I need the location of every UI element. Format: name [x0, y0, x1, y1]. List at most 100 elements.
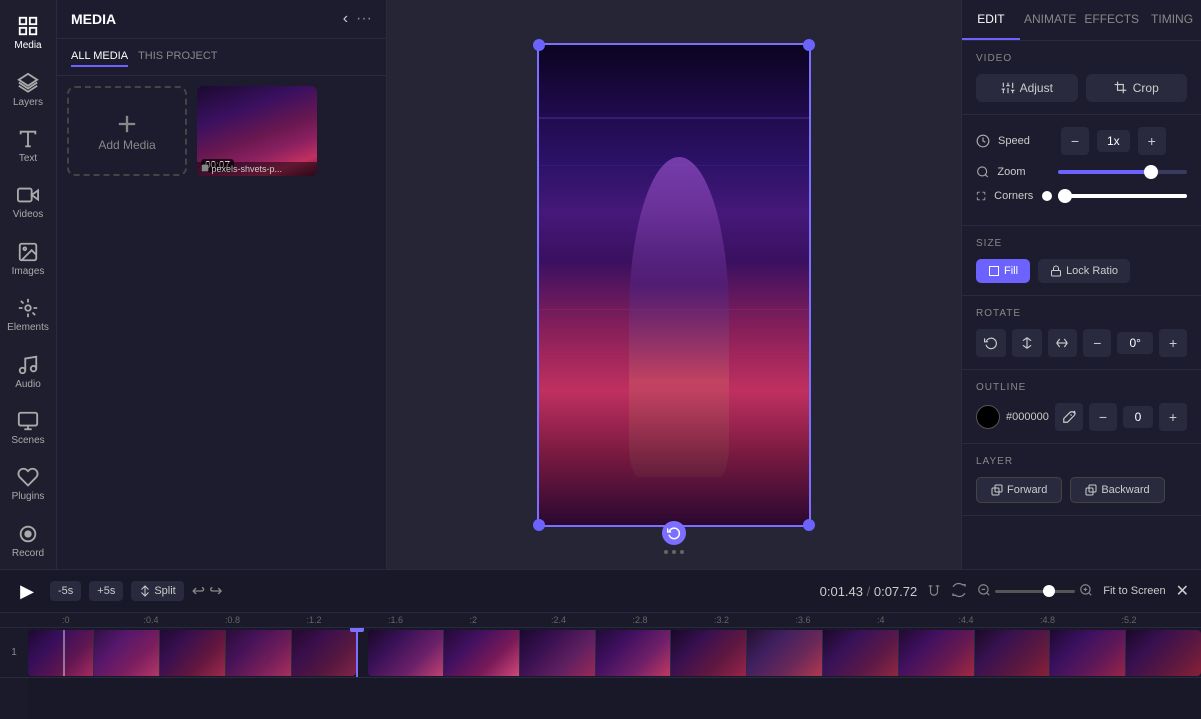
timeline-zoom-slider[interactable]: [995, 590, 1075, 593]
timeline-area: ▶ -5s +5s Split ↩ ↪ 0:01.43 / 0:07.72: [0, 569, 1201, 719]
undo-button[interactable]: ↩: [192, 581, 205, 601]
play-button[interactable]: ▶: [12, 576, 42, 606]
ruler-mark-11: :4.4: [957, 615, 1039, 625]
rotate-value-increase-button[interactable]: +: [1159, 329, 1187, 357]
skip-fwd-button[interactable]: +5s: [89, 581, 123, 601]
size-buttons: Fill Lock Ratio: [976, 259, 1187, 283]
timeline-zoom-control: [977, 583, 1093, 600]
ruler-mark-4: :1.6: [386, 615, 468, 625]
sidebar-item-videos[interactable]: Videos: [0, 174, 57, 230]
audio-icon: [17, 354, 39, 376]
layer-backward-button[interactable]: Backward: [1070, 477, 1164, 503]
media-content: Add Media 00:07 pexels-shvets-p...: [57, 76, 386, 186]
flip-v-button[interactable]: [1048, 329, 1078, 357]
ruler-mark-5: :2: [468, 615, 550, 625]
speed-increase-button[interactable]: +: [1138, 127, 1166, 155]
track-content: [28, 628, 1201, 719]
sidebar-item-plugins[interactable]: Plugins: [0, 456, 57, 512]
timeline-close-button[interactable]: ✕: [1176, 581, 1189, 601]
outline-row: #000000 − 0 +: [976, 403, 1187, 431]
media-panel-title: MEDIA: [71, 11, 116, 27]
sidebar-item-text[interactable]: Text: [0, 118, 57, 174]
flip-h-button[interactable]: [1012, 329, 1042, 357]
ruler-mark-0: :0: [60, 615, 142, 625]
adjust-button[interactable]: Adjust: [976, 74, 1078, 102]
ruler-mark-3: :1.2: [305, 615, 387, 625]
file-icon: [201, 164, 209, 172]
ruler-mark-10: :4: [875, 615, 957, 625]
media-panel-collapse-button[interactable]: ‹: [343, 10, 348, 28]
lock-ratio-button[interactable]: Lock Ratio: [1038, 259, 1130, 283]
add-icon: [113, 110, 141, 138]
fill-button[interactable]: Fill: [976, 259, 1030, 283]
flip-v-icon: [1055, 336, 1069, 350]
tab-animate[interactable]: ANIMATE: [1020, 0, 1080, 40]
split-button[interactable]: Split: [131, 581, 183, 601]
speed-decrease-button[interactable]: −: [1061, 127, 1089, 155]
crop-button[interactable]: Crop: [1086, 74, 1188, 102]
layer-section: LAYER Forward Backward: [962, 444, 1201, 516]
lock-icon: [1050, 265, 1062, 277]
sync-button[interactable]: [951, 582, 967, 601]
outline-increase-button[interactable]: +: [1159, 403, 1187, 431]
media-panel-menu-button[interactable]: ···: [356, 10, 372, 28]
fit-to-screen-button[interactable]: Fit to Screen: [1103, 585, 1165, 597]
redo-button[interactable]: ↪: [209, 581, 222, 601]
sidebar-item-elements[interactable]: Elements: [0, 287, 57, 343]
outline-decrease-button[interactable]: −: [1089, 403, 1117, 431]
rotate-section: ROTATE − 0° +: [962, 296, 1201, 370]
outline-section-label: OUTLINE: [976, 382, 1187, 393]
outline-color-swatch[interactable]: [976, 405, 1000, 429]
zoom-slider[interactable]: [1058, 170, 1187, 174]
ruler-mark-8: :3.2: [712, 615, 794, 625]
tab-edit[interactable]: EDIT: [962, 0, 1020, 40]
handle-bottom-left[interactable]: [533, 519, 545, 531]
handle-top-left[interactable]: [533, 39, 545, 51]
speed-value: 1x: [1097, 130, 1130, 152]
track-clip-1[interactable]: [28, 630, 356, 676]
size-section-label: SIZE: [976, 238, 1187, 249]
track-clip-2[interactable]: [368, 630, 1201, 676]
sidebar-item-record[interactable]: Record: [0, 513, 57, 569]
sync-icon: [951, 582, 967, 598]
handle-top-right[interactable]: [803, 39, 815, 51]
outline-eyedropper-button[interactable]: [1055, 403, 1083, 431]
sidebar-item-layers[interactable]: Layers: [0, 61, 57, 117]
zoom-in-button[interactable]: [1079, 583, 1093, 600]
ruler-mark-12: :4.8: [1038, 615, 1120, 625]
skip-back-button[interactable]: -5s: [50, 581, 81, 601]
layer-section-label: LAYER: [976, 456, 1187, 467]
zoom-in-icon: [1079, 583, 1093, 597]
layer-forward-button[interactable]: Forward: [976, 477, 1062, 503]
right-panel-tabs: EDIT ANIMATE EFFECTS TIMING: [962, 0, 1201, 41]
sidebar-item-audio[interactable]: Audio: [0, 343, 57, 399]
ruler-mark-13: :5.2: [1120, 615, 1201, 625]
add-media-button[interactable]: Add Media: [67, 86, 187, 176]
playhead[interactable]: [356, 628, 358, 677]
zoom-control-row: Zoom: [976, 165, 1187, 179]
rotate-ccw-button[interactable]: [976, 329, 1006, 357]
sidebar-item-scenes[interactable]: Scenes: [0, 400, 57, 456]
sidebar-item-media[interactable]: Media: [0, 5, 57, 61]
rotate-value-decrease-button[interactable]: −: [1083, 329, 1111, 357]
left-sidebar: Media Layers Text Videos Images: [0, 0, 57, 569]
magnet-icon: [927, 583, 941, 597]
magnet-button[interactable]: [927, 583, 941, 600]
record-icon: [17, 523, 39, 545]
split-icon: [139, 585, 151, 597]
scenes-icon: [17, 410, 39, 432]
timeline-controls: ▶ -5s +5s Split ↩ ↪ 0:01.43 / 0:07.72: [0, 570, 1201, 613]
handle-bottom-right[interactable]: [803, 519, 815, 531]
media-thumbnail[interactable]: 00:07 pexels-shvets-p...: [197, 86, 317, 176]
corners-slider[interactable]: [1058, 194, 1187, 198]
plugins-icon: [17, 466, 39, 488]
tab-all-media[interactable]: ALL MEDIA: [71, 47, 128, 67]
sidebar-item-images[interactable]: Images: [0, 231, 57, 287]
tab-this-project[interactable]: THIS PROJECT: [138, 47, 217, 67]
track-row-1: [28, 628, 1201, 678]
zoom-out-button[interactable]: [977, 583, 991, 600]
tab-timing[interactable]: TIMING: [1143, 0, 1201, 40]
handle-bottom-center[interactable]: [662, 521, 686, 545]
tab-effects[interactable]: EFFECTS: [1080, 0, 1143, 40]
ruler-mark-9: :3.6: [794, 615, 876, 625]
